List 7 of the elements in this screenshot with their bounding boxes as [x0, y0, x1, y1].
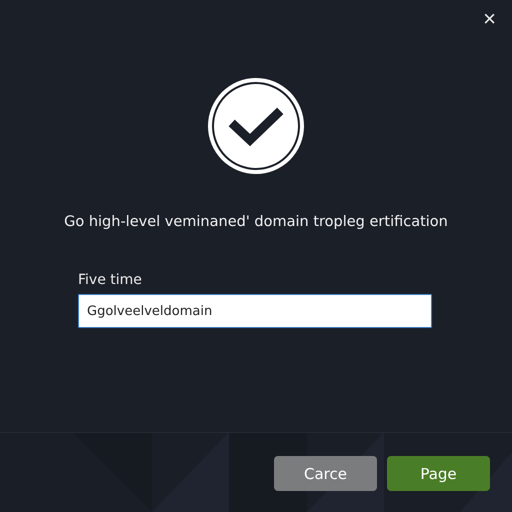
field-label: Five time	[78, 272, 143, 288]
cancel-button[interactable]: Carce	[274, 456, 377, 491]
checkmark-icon	[206, 76, 306, 176]
message-text: Go high-level veminaned' domain tropleg ertification	[63, 214, 449, 230]
confirm-button[interactable]: Page	[387, 456, 490, 491]
close-button[interactable]: ×	[481, 6, 498, 32]
input-field[interactable]: Ggolveelveldomain	[78, 294, 432, 328]
